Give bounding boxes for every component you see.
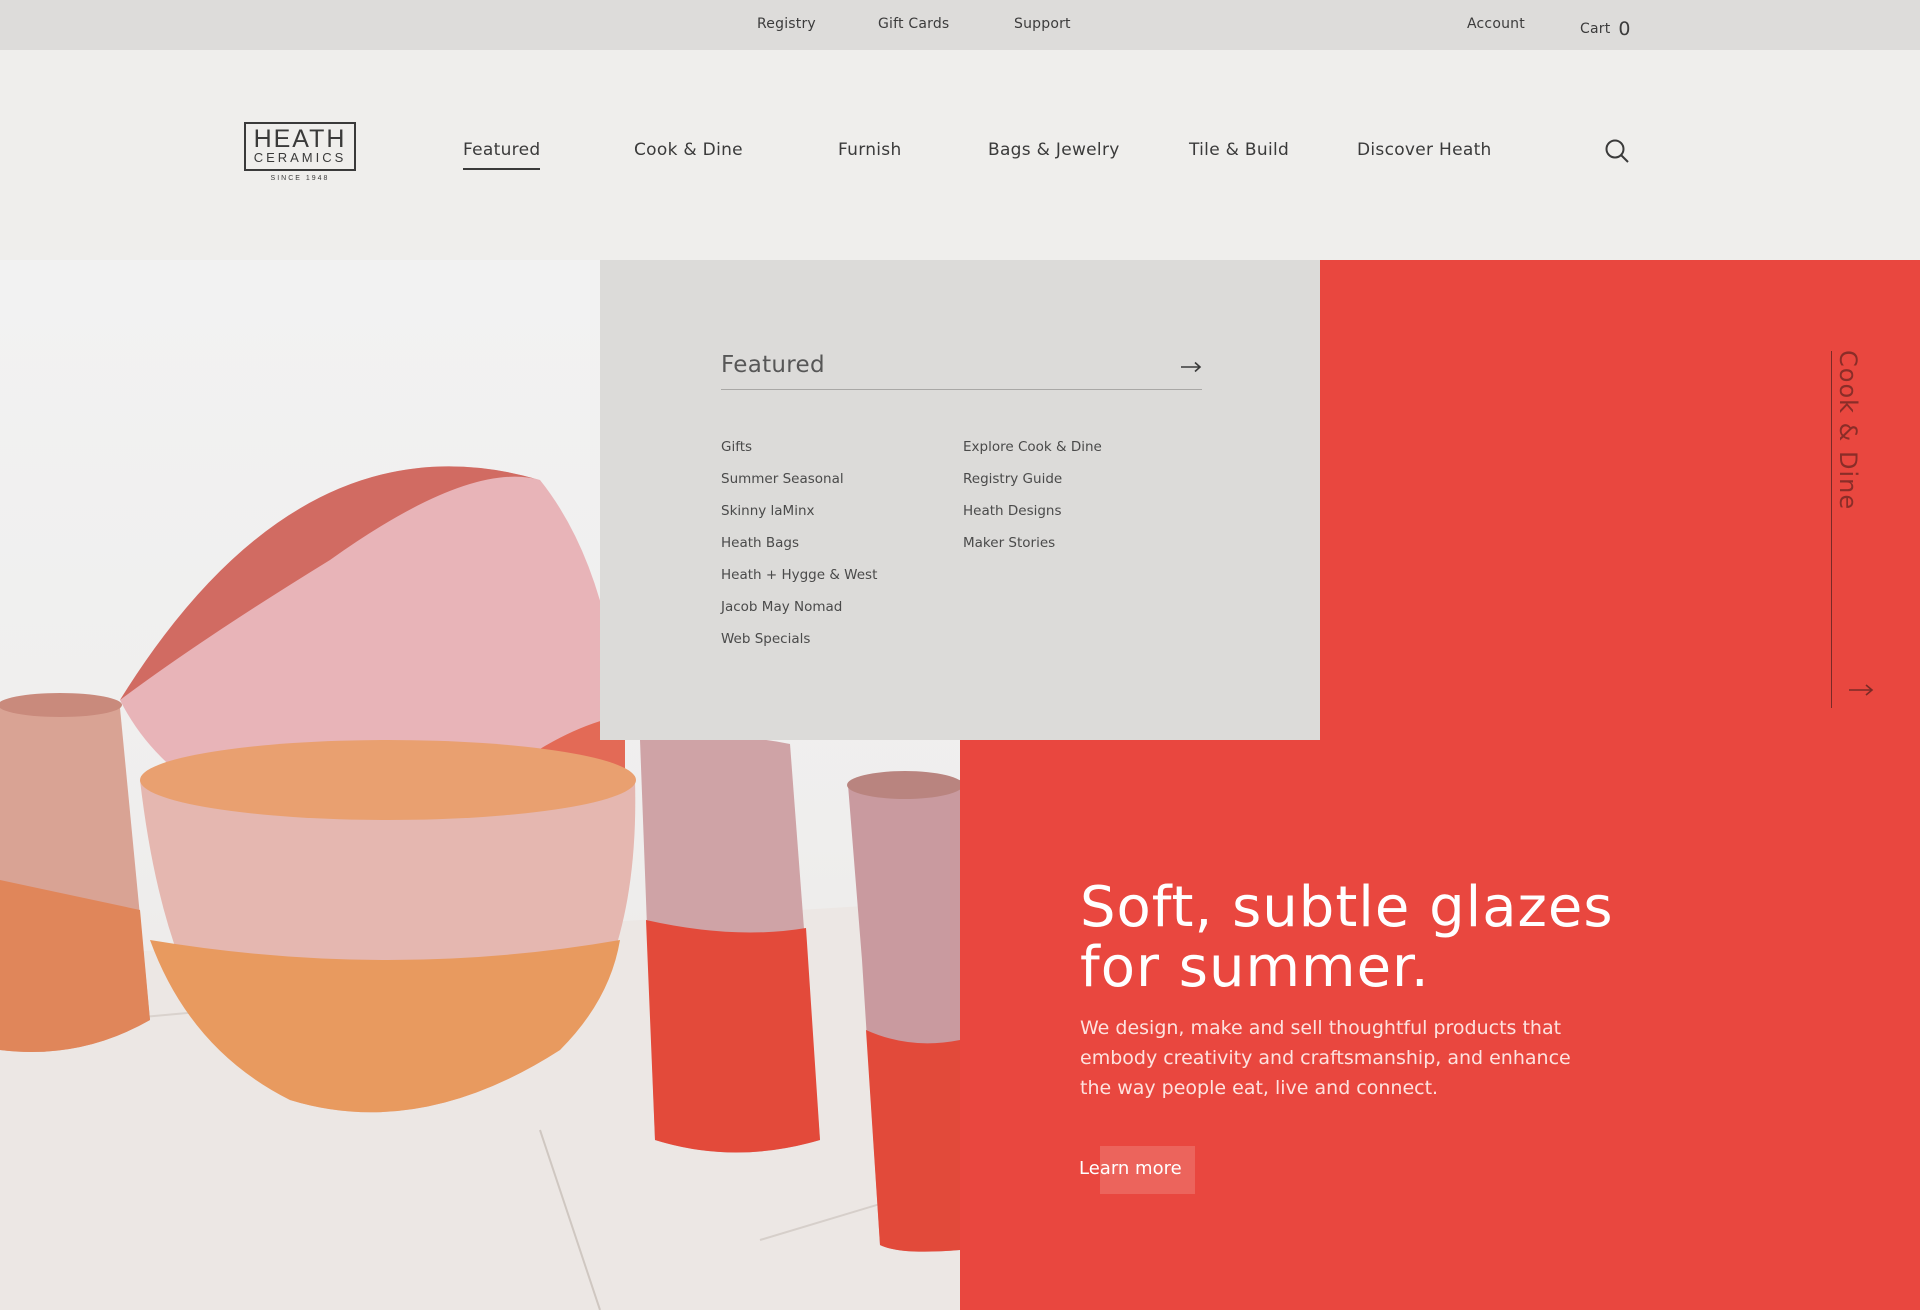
- hero-description: We design, make and sell thoughtful prod…: [1080, 1017, 1571, 1099]
- nav-furnish[interactable]: Furnish: [838, 140, 902, 160]
- cart-label: Cart: [1580, 21, 1611, 37]
- logo-since: SINCE 1948: [270, 175, 330, 182]
- menu-item-heath-bags[interactable]: Heath Bags: [721, 535, 799, 551]
- nav-bags-jewelry[interactable]: Bags & Jewelry: [988, 140, 1120, 160]
- nav-featured[interactable]: Featured: [463, 140, 541, 170]
- menu-item-heath-hygge-west[interactable]: Heath + Hygge & West: [721, 567, 877, 583]
- account-link[interactable]: Account: [1467, 16, 1525, 32]
- arrow-right-icon[interactable]: [1848, 683, 1874, 697]
- heath-ceramics-logo[interactable]: HEATH CERAMICS SINCE 1948: [244, 122, 356, 182]
- menu-item-registry-guide[interactable]: Registry Guide: [963, 471, 1062, 487]
- menu-item-web-specials[interactable]: Web Specials: [721, 631, 810, 647]
- menu-item-summer-seasonal[interactable]: Summer Seasonal: [721, 471, 844, 487]
- menu-item-skinny-laminx[interactable]: Skinny laMinx: [721, 503, 815, 519]
- menu-item-heath-designs[interactable]: Heath Designs: [963, 503, 1062, 519]
- dropdown-col-2: Explore Cook & Dine Registry Guide Heath…: [963, 436, 1102, 564]
- arrow-right-icon[interactable]: [1180, 361, 1202, 373]
- side-divider: [1831, 351, 1832, 708]
- nav-cook-dine[interactable]: Cook & Dine: [634, 140, 743, 160]
- side-label[interactable]: Cook & Dine: [1834, 350, 1862, 510]
- menu-item-jacob-may-nomad[interactable]: Jacob May Nomad: [721, 599, 842, 615]
- nav-discover-heath[interactable]: Discover Heath: [1357, 140, 1492, 160]
- cart-link[interactable]: Cart 0: [1580, 16, 1631, 40]
- headline-line-2: for summer.: [1080, 935, 1430, 1000]
- menu-item-explore-cook-dine[interactable]: Explore Cook & Dine: [963, 439, 1102, 455]
- support-link[interactable]: Support: [1014, 16, 1071, 32]
- registry-link[interactable]: Registry: [757, 16, 816, 32]
- search-icon[interactable]: [1603, 137, 1631, 165]
- nav-tile-build[interactable]: Tile & Build: [1189, 140, 1289, 160]
- dropdown-header[interactable]: Featured: [721, 352, 1202, 390]
- logo-subtitle: CERAMICS: [253, 150, 347, 165]
- hero-headline: Soft, subtle glazes for summer.: [1080, 878, 1640, 998]
- featured-dropdown: Featured Gifts Summer Seasonal Skinny la…: [600, 260, 1320, 740]
- utility-bar: Registry Gift Cards Support Account Cart…: [0, 0, 1920, 50]
- logo-wordmark: HEATH: [253, 125, 347, 153]
- logo-box: HEATH CERAMICS: [244, 122, 356, 171]
- dropdown-title: Featured: [721, 352, 825, 378]
- menu-item-gifts[interactable]: Gifts: [721, 439, 752, 455]
- dropdown-col-1: Gifts Summer Seasonal Skinny laMinx Heat…: [721, 436, 877, 660]
- learn-more-button[interactable]: Learn more: [1079, 1158, 1182, 1179]
- gift-cards-link[interactable]: Gift Cards: [878, 16, 949, 32]
- site-header: HEATH CERAMICS SINCE 1948 Featured Cook …: [0, 50, 1920, 260]
- headline-line-1: Soft, subtle glazes: [1080, 875, 1614, 940]
- cart-count: 0: [1618, 18, 1631, 40]
- menu-item-maker-stories[interactable]: Maker Stories: [963, 535, 1055, 551]
